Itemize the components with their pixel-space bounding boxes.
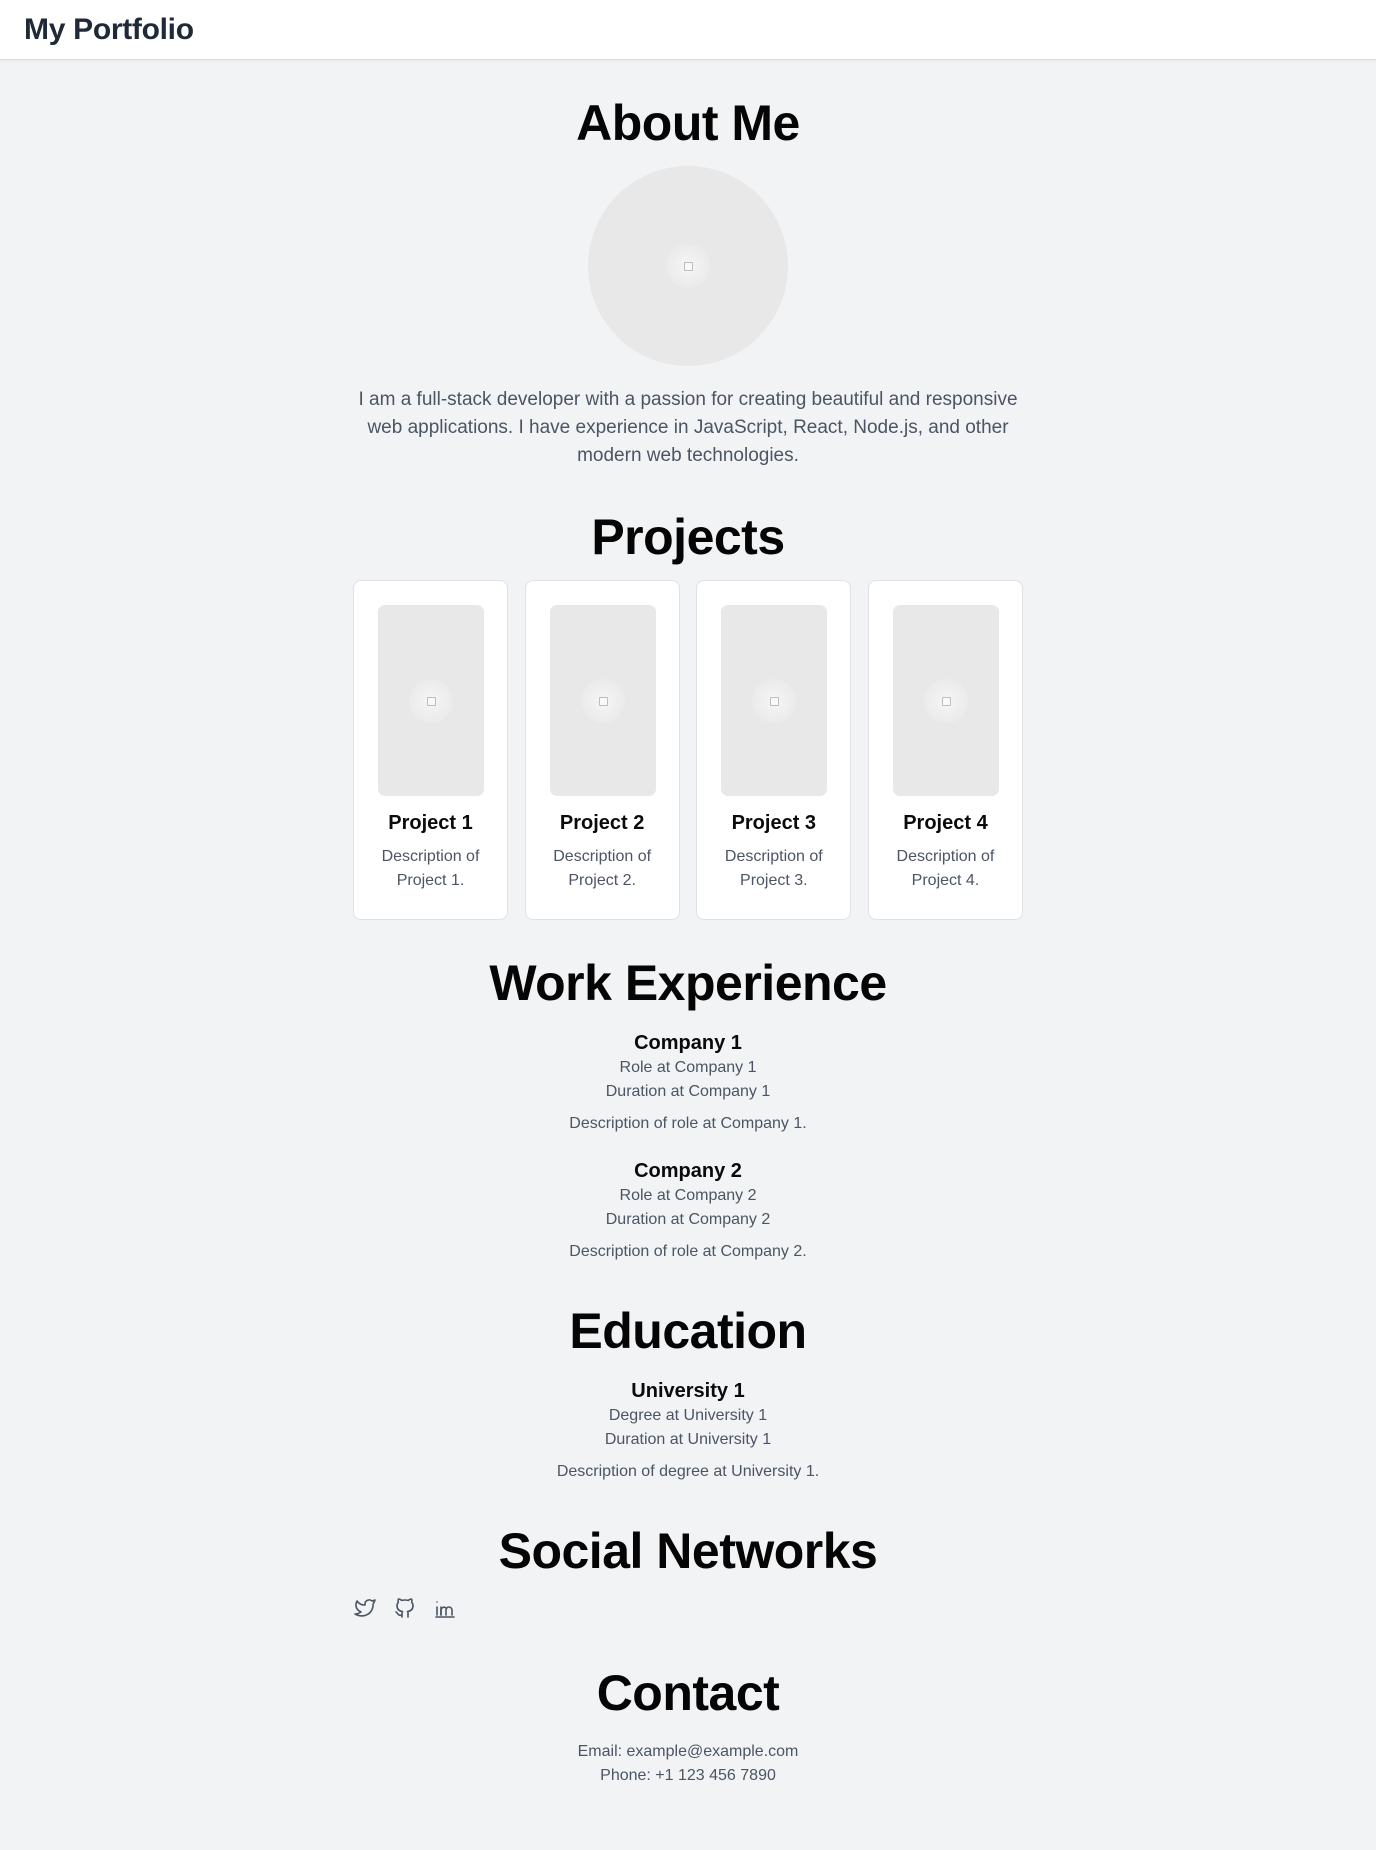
education-section: Education University 1 Degree at Univers…	[353, 1306, 1023, 1484]
project-card[interactable]: Project 1 Description of Project 1.	[353, 580, 508, 920]
top-navbar: My Portfolio	[0, 0, 1376, 60]
social-networks-section: Social Networks	[353, 1526, 1023, 1622]
project-thumbnail	[721, 605, 828, 796]
image-placeholder-icon	[923, 678, 968, 723]
profile-avatar	[588, 166, 788, 366]
education-entry: University 1 Degree at University 1 Dura…	[353, 1378, 1023, 1484]
projects-grid: Project 1 Description of Project 1. Proj…	[353, 580, 1023, 920]
projects-section: Projects Project 1 Description of Projec…	[353, 512, 1023, 920]
site-title[interactable]: My Portfolio	[24, 13, 194, 47]
project-card[interactable]: Project 2 Description of Project 2.	[524, 580, 680, 920]
image-placeholder-icon	[580, 678, 625, 723]
project-description: Description of Project 4.	[896, 848, 995, 889]
image-placeholder-icon	[752, 678, 797, 723]
twitter-icon	[354, 1599, 376, 1617]
main-content: About Me I am a full-stack developer wit…	[353, 60, 1023, 1788]
education-heading: Education	[569, 1303, 807, 1359]
education-description: Description of degree at University 1.	[556, 1463, 820, 1480]
job-duration: Duration at Company 1	[605, 1083, 771, 1100]
image-placeholder-icon	[409, 678, 453, 723]
image-placeholder-icon	[666, 244, 710, 288]
twitter-link[interactable]	[353, 1596, 377, 1620]
project-card[interactable]: Project 3 Description of Project 3.	[696, 580, 852, 920]
project-description: Description of Project 3.	[724, 848, 823, 889]
contact-email[interactable]: Email: example@example.com	[353, 1740, 1023, 1764]
project-description: Description of Project 1.	[381, 848, 480, 889]
work-entry: Company 1 Role at Company 1 Duration at …	[353, 1030, 1023, 1136]
work-experience-section: Work Experience Company 1 Role at Compan…	[353, 958, 1023, 1264]
project-title: Project 1	[388, 812, 473, 834]
linkedin-link[interactable]	[433, 1596, 457, 1620]
linkedin-icon	[435, 1601, 455, 1618]
company-name: Company 2	[634, 1160, 742, 1182]
github-link[interactable]	[393, 1596, 417, 1620]
contact-section: Contact Email: example@example.com Phone…	[353, 1668, 1023, 1788]
social-networks-heading: Social Networks	[498, 1523, 878, 1579]
project-card[interactable]: Project 4 Description of Project 4.	[867, 580, 1023, 920]
job-description: Description of role at Company 2.	[569, 1243, 807, 1260]
job-description: Description of role at Company 1.	[569, 1115, 807, 1132]
github-icon	[395, 1598, 414, 1618]
social-links	[353, 1596, 1023, 1622]
job-role: Role at Company 2	[619, 1187, 757, 1204]
job-role: Role at Company 1	[619, 1059, 757, 1076]
project-thumbnail	[549, 605, 656, 796]
projects-heading: Projects	[591, 509, 785, 565]
about-section: About Me I am a full-stack developer wit…	[353, 60, 1023, 470]
about-text: I am a full-stack developer with a passi…	[358, 389, 1018, 466]
work-entry: Company 2 Role at Company 2 Duration at …	[353, 1158, 1023, 1264]
work-experience-heading: Work Experience	[489, 955, 887, 1011]
project-title: Project 3	[731, 812, 817, 834]
project-title: Project 4	[903, 812, 988, 834]
company-name: Company 1	[634, 1032, 742, 1054]
degree: Degree at University 1	[608, 1407, 768, 1424]
contact-details: Email: example@example.com Phone: +1 123…	[353, 1740, 1023, 1788]
contact-phone[interactable]: Phone: +1 123 456 7890	[353, 1764, 1023, 1788]
about-heading: About Me	[576, 95, 800, 151]
project-title: Project 2	[559, 812, 645, 834]
project-description: Description of Project 2.	[553, 848, 652, 889]
education-duration: Duration at University 1	[604, 1431, 772, 1448]
contact-heading: Contact	[596, 1665, 780, 1721]
school-name: University 1	[631, 1380, 745, 1402]
project-thumbnail	[892, 605, 999, 796]
job-duration: Duration at Company 2	[605, 1211, 771, 1228]
project-thumbnail	[378, 605, 484, 796]
